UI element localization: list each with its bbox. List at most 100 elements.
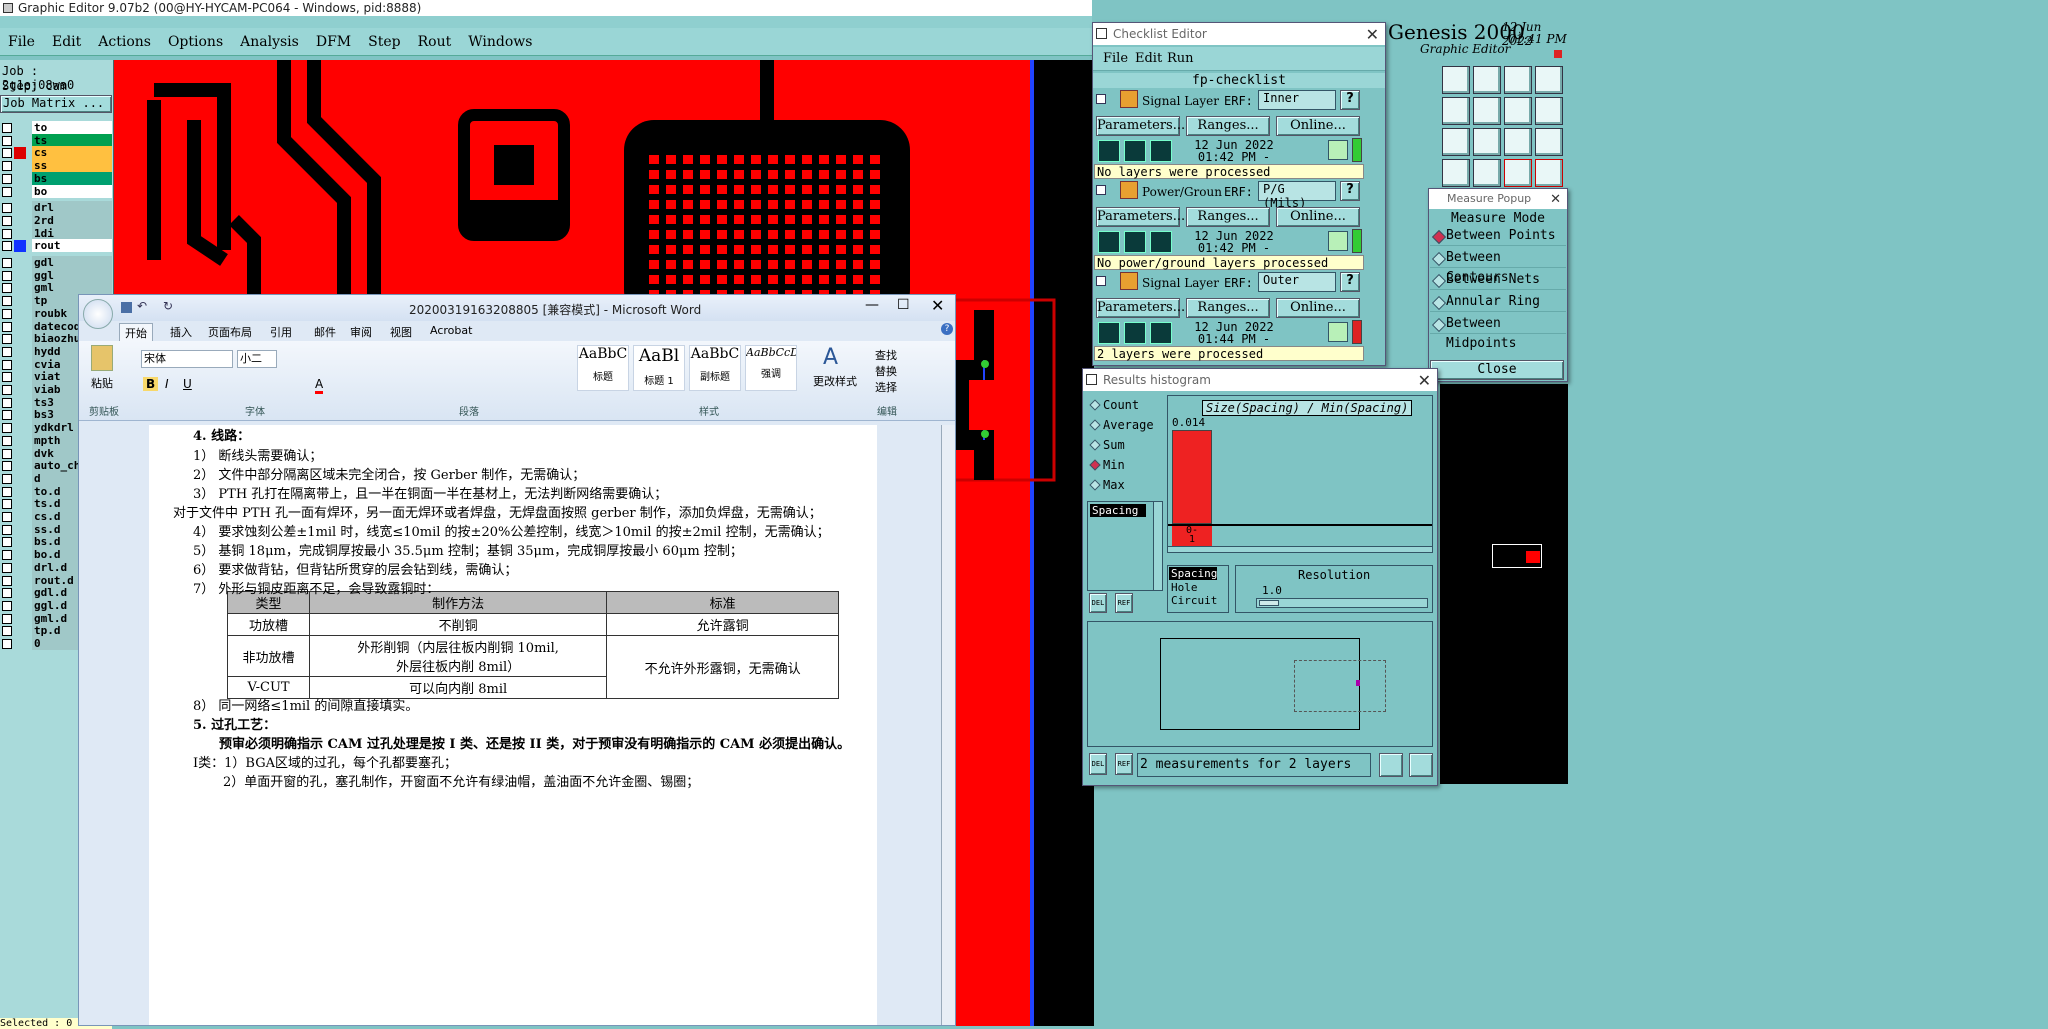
layer-name[interactable]: gml [32,281,112,295]
measure-mode-option[interactable]: Between Midpoints [1430,314,1566,351]
checklist-menu-file[interactable]: File [1103,51,1128,66]
layer-checkbox[interactable] [2,283,12,294]
layer-checkbox[interactable] [2,296,12,307]
ribbon-tab[interactable]: 邮件 [309,323,341,341]
layer-name[interactable]: ss [32,159,112,173]
tool-icon[interactable] [1535,159,1563,187]
maximize-icon[interactable]: ☐ [897,297,910,313]
italic-icon[interactable]: I [165,377,169,391]
menu-rout[interactable]: Rout [418,34,452,50]
checklist-menu-run[interactable]: Run [1167,51,1194,66]
select-button[interactable]: 选择 [875,379,897,395]
paste-icon[interactable] [91,345,113,371]
layer-checkbox[interactable] [2,372,12,383]
job-matrix-button[interactable]: Job Matrix ... [0,95,112,113]
redo-icon[interactable]: ↻ [163,299,173,313]
parameters-button[interactable]: Parameters... [1096,207,1185,227]
run-icon[interactable] [1098,231,1120,253]
tool-icon[interactable] [1535,97,1563,125]
layer-checkbox[interactable] [2,499,12,510]
layer-checkbox[interactable] [2,346,12,357]
ribbon-tab[interactable]: 引用 [265,323,297,341]
type-circuit[interactable]: Circuit [1168,594,1228,607]
stat-radio-icon[interactable] [1089,399,1101,411]
layer-name[interactable]: drl [32,201,112,215]
layer-checkbox[interactable] [2,270,12,281]
save-icon[interactable] [121,302,132,313]
menu-file[interactable]: File [8,34,35,50]
layer-checkbox[interactable] [2,410,12,421]
ribbon-tab[interactable]: 页面布局 [203,323,257,341]
layer-checkbox[interactable] [2,186,12,197]
stat-option[interactable]: Min [1087,455,1165,475]
layer-checkbox[interactable] [2,550,12,561]
run-icon[interactable] [1098,140,1120,162]
layer-checkbox[interactable] [2,473,12,484]
help-button[interactable]: ? [1340,181,1360,201]
item-checkbox[interactable] [1096,94,1106,104]
close-icon[interactable]: ✕ [1418,370,1431,392]
run-icon[interactable] [1124,231,1146,253]
erf-field[interactable]: P/G (Mils) [1258,181,1336,210]
layer-name[interactable]: 1di [32,226,112,240]
layer-checkbox[interactable] [2,135,12,146]
run-icon[interactable] [1124,322,1146,344]
measure-mode-option[interactable]: Between Points [1430,226,1566,246]
histogram-list-item[interactable]: Spacing [1090,504,1146,517]
measure-mode-option[interactable]: Between Nets [1430,270,1566,290]
parameters-button[interactable]: Parameters... [1096,116,1185,136]
layer-checkbox[interactable] [2,537,12,548]
help-button[interactable]: ? [1340,90,1360,110]
layer-checkbox[interactable] [2,626,12,637]
layer-checkbox[interactable] [2,148,12,159]
doc-vscroll[interactable] [941,425,955,1025]
del-button[interactable]: DEL [1089,593,1107,613]
tool-icon[interactable] [1473,97,1501,125]
type-spacing[interactable]: Spacing [1169,567,1217,580]
close-icon[interactable]: ✕ [1366,24,1379,46]
change-styles-label[interactable]: 更改样式 [813,373,857,389]
tool-icon[interactable] [1504,97,1532,125]
tool-icon[interactable] [1473,66,1501,94]
item-checkbox[interactable] [1096,185,1106,195]
layer-checkbox[interactable] [2,486,12,497]
layer-checkbox[interactable] [2,359,12,370]
font-name-select[interactable]: 宋体 [141,350,233,368]
find-button[interactable]: 查找 [875,347,897,363]
layer-checkbox[interactable] [2,588,12,599]
ref-button[interactable]: REF [1115,593,1133,613]
menu-analysis[interactable]: Analysis [240,34,299,50]
layer-checkbox[interactable] [2,575,12,586]
run-icon[interactable] [1150,322,1172,344]
layer-name[interactable]: cs [32,146,112,160]
underline-icon[interactable]: U [183,377,192,391]
online-button[interactable]: Online... [1276,298,1360,318]
tool-icon[interactable] [1442,97,1470,125]
layer-checkbox[interactable] [2,334,12,345]
change-styles-icon[interactable]: A [823,345,838,370]
histogram-list[interactable]: Spacing [1087,501,1157,591]
help-button[interactable]: ? [1340,272,1360,292]
zoom-icon[interactable] [1328,322,1348,342]
stat-option[interactable]: Average [1087,415,1165,435]
document-page[interactable]: 类型 制作方法 标准 功放槽 不削铜 允许露铜 非功放槽 外形削铜（内层往板内削铜 10m… [149,425,877,1025]
layer-checkbox[interactable] [2,173,12,184]
layer-checkbox[interactable] [2,461,12,472]
layer-name[interactable]: ts [32,133,112,147]
replace-button[interactable]: 替换 [875,363,897,379]
ribbon-tab[interactable]: 审阅 [345,323,377,341]
stat-radio-icon[interactable] [1089,459,1101,471]
zoom-icon[interactable] [1328,231,1348,251]
run-icon[interactable] [1150,140,1172,162]
close-icon[interactable]: ✕ [1550,190,1561,210]
layer-checkbox[interactable] [2,613,12,624]
online-button[interactable]: Online... [1276,207,1360,227]
help-icon[interactable]: ? [941,323,953,335]
tool-icon[interactable] [1442,159,1470,187]
tool-icon[interactable] [1535,66,1563,94]
minimize-icon[interactable]: — [865,297,879,313]
erf-field[interactable]: Outer [1258,272,1336,292]
stat-option[interactable]: Max [1087,475,1165,495]
font-size-select[interactable]: 小二 [237,350,277,368]
layer-checkbox[interactable] [2,448,12,459]
